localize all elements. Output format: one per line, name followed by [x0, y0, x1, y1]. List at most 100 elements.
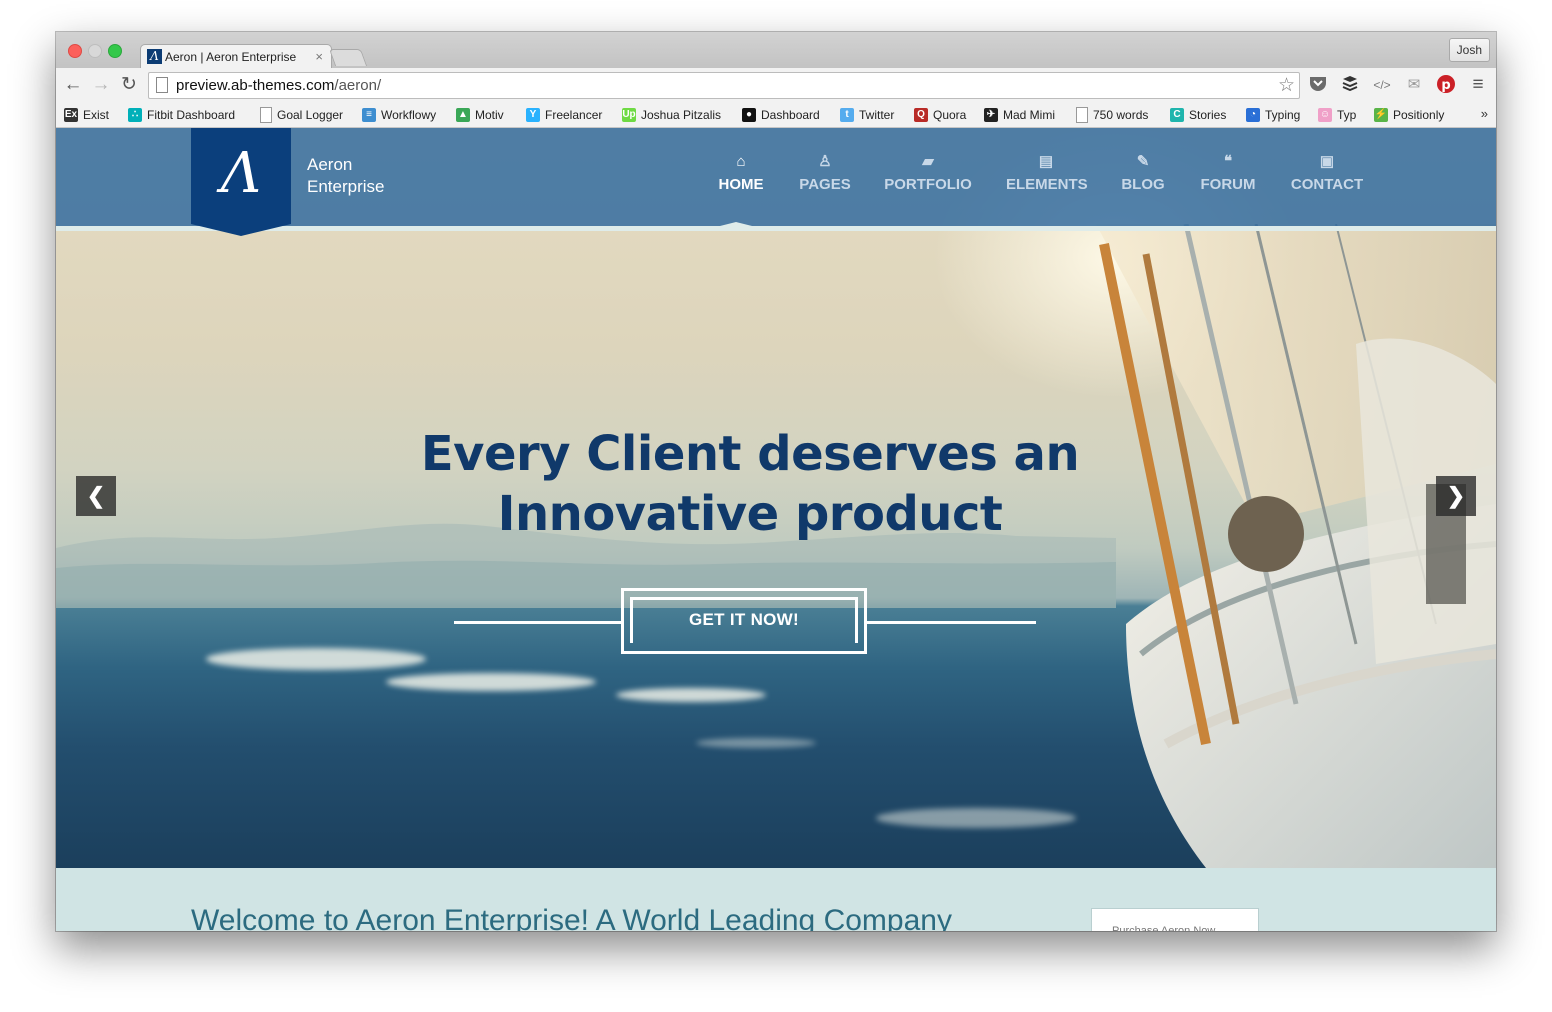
pinterest-extension-icon[interactable]: p [1436, 75, 1456, 95]
tab-close-icon[interactable]: × [315, 49, 323, 64]
bookmark-label: Dashboard [761, 108, 820, 122]
bookmark-motiv[interactable]: ▲ Motiv [456, 106, 504, 124]
website-viewport: Λ Aeron Enterprise ⌂ HOME ♙ PAGES ▰ PORT… [56, 128, 1496, 931]
nav-item-home[interactable]: ⌂ HOME [716, 152, 766, 193]
pocket-extension-icon[interactable] [1308, 75, 1328, 95]
bookmark-label: Stories [1189, 108, 1227, 122]
purchase-box[interactable]: Purchase Aeron Now [1091, 908, 1259, 931]
bookmark-typ[interactable]: ☺ Typ [1318, 106, 1356, 124]
buffer-extension-icon[interactable] [1340, 75, 1360, 95]
sailboat-illustration [1096, 224, 1496, 868]
nav-item-contact[interactable]: ▣ CONTACT [1290, 152, 1364, 193]
purchase-box-label: Purchase Aeron Now [1112, 925, 1216, 931]
bookmark-label: Positionly [1393, 108, 1445, 122]
mail-extension-icon[interactable]: ✉ [1404, 75, 1424, 95]
bookmark-exist[interactable]: Ex Exist [64, 106, 109, 124]
nav-label: FORUM [1200, 176, 1256, 193]
back-arrow-icon[interactable]: ← [62, 74, 84, 96]
stories-icon: C [1170, 108, 1184, 122]
nav-item-elements[interactable]: ▤ ELEMENTS [1006, 152, 1088, 193]
cta-divider-left [454, 621, 622, 624]
url-path: /aeron/ [334, 77, 382, 94]
bookmark-mad-mimi[interactable]: ✈ Mad Mimi [984, 106, 1055, 124]
browser-tab-active[interactable]: Λ Aeron | Aeron Enterprise × [140, 44, 332, 69]
bookmark-freelancer[interactable]: Y Freelancer [526, 106, 602, 124]
nav-label: ELEMENTS [1006, 176, 1088, 193]
750-words-icon [1076, 107, 1088, 123]
bookmarks-bar: » Ex Exist ∴ Fitbit Dashboard Goal Logger ≡ Wo… [56, 103, 1496, 128]
active-nav-pointer [712, 222, 760, 228]
positionly-icon: ⚡ [1374, 108, 1388, 122]
bookmark-typing[interactable]: ◔ Typing [1246, 106, 1300, 124]
bookmark-positionly[interactable]: ⚡ Positionly [1374, 106, 1444, 124]
site-logo[interactable]: Λ [191, 128, 291, 236]
nav-item-pages[interactable]: ♙ PAGES [798, 152, 852, 193]
fitbit-dashboard-icon: ∴ [128, 108, 142, 122]
bookmark-joshua-pitzalis[interactable]: Up Joshua Pitzalis [622, 106, 721, 124]
tab-strip: Λ Aeron | Aeron Enterprise × Josh [56, 32, 1496, 69]
bookmark-stories[interactable]: C Stories [1170, 106, 1226, 124]
nav-label: BLOG [1121, 176, 1165, 193]
nav-label: PAGES [799, 176, 851, 193]
workflowy-icon: ≡ [362, 108, 376, 122]
bookmark-goal-logger[interactable]: Goal Logger [260, 106, 343, 124]
close-window-button[interactable] [68, 44, 82, 58]
wave-crest [386, 673, 596, 691]
nav-item-forum[interactable]: ❝ FORUM [1198, 152, 1258, 193]
minimize-window-button[interactable] [88, 44, 102, 58]
pencil-icon: ✎ [1136, 153, 1150, 170]
sitemap-icon: ♙ [818, 153, 832, 170]
exist-icon: Ex [64, 108, 78, 122]
bookmark-quora[interactable]: Q Quora [914, 106, 966, 124]
nav-label: HOME [718, 176, 764, 193]
quora-icon: Q [914, 108, 928, 122]
bookmark-label: Fitbit Dashboard [147, 108, 236, 122]
url-host: preview.ab-themes.com [176, 77, 335, 94]
bookmark-twitter[interactable]: t Twitter [840, 106, 894, 124]
address-card-icon: ▣ [1319, 153, 1335, 170]
forward-arrow-icon[interactable]: → [90, 74, 112, 96]
code-extension-icon[interactable]: </> [1372, 75, 1392, 95]
bookmark-star-icon[interactable]: ☆ [1278, 74, 1295, 97]
bookmark-workflowy[interactable]: ≡ Workflowy [362, 106, 436, 124]
bookmark-label: Goal Logger [277, 108, 344, 122]
motiv-icon: ▲ [456, 108, 470, 122]
new-tab-button[interactable] [328, 49, 368, 66]
bookmark-dashboard[interactable]: ● Dashboard [742, 106, 820, 124]
dashboard-icon: ● [742, 108, 756, 122]
wave-crest [206, 648, 426, 670]
address-bar[interactable]: preview.ab-themes.com/aeron/ ☆ [148, 72, 1300, 99]
welcome-section: Welcome to Aeron Enterprise! A World Lea… [56, 868, 1496, 931]
typ-icon: ☺ [1318, 108, 1332, 122]
twitter-icon: t [840, 108, 854, 122]
bookmark-label: Mad Mimi [1003, 108, 1056, 122]
get-it-now-button[interactable]: GET IT NOW! [621, 588, 867, 654]
browser-menu-icon[interactable]: ≡ [1468, 75, 1488, 95]
nav-item-portfolio[interactable]: ▰ PORTFOLIO [884, 152, 972, 193]
hero-headline-line-1: Every Client deserves an [420, 426, 1080, 482]
bookmark-fitbit-dashboard[interactable]: ∴ Fitbit Dashboard [128, 106, 235, 124]
logo-glyph-icon: Λ [220, 141, 262, 206]
wave-crest [696, 738, 816, 748]
nav-item-blog[interactable]: ✎ BLOG [1118, 152, 1168, 193]
browser-toolbar: ← → ↻ preview.ab-themes.com/aeron/ ☆ </>… [56, 68, 1496, 103]
reload-icon[interactable]: ↻ [118, 74, 140, 96]
slider-prev-arrow-icon[interactable]: ❮ [76, 476, 116, 516]
bookmark-750-words[interactable]: 750 words [1076, 106, 1148, 124]
brand-name[interactable]: Aeron Enterprise [307, 154, 384, 198]
bookmark-label: Joshua Pitzalis [641, 108, 722, 122]
bookmark-label: Motiv [475, 108, 504, 122]
page-icon [156, 77, 168, 93]
cta-label: GET IT NOW! [688, 610, 799, 629]
zoom-window-button[interactable] [108, 44, 122, 58]
bookmark-label: Exist [83, 108, 110, 122]
wave-crest [876, 808, 1076, 828]
bookmarks-overflow-icon[interactable]: » [1481, 106, 1488, 121]
browser-window: Λ Aeron | Aeron Enterprise × Josh ← → ↻ … [56, 32, 1496, 931]
welcome-heading: Welcome to Aeron Enterprise! A World Lea… [191, 904, 952, 931]
joshua-pitzalis-icon: Up [622, 108, 636, 122]
profile-button[interactable]: Josh [1448, 38, 1490, 62]
slider-next-arrow-icon[interactable]: ❯ [1436, 476, 1476, 516]
site-favicon-icon: Λ [147, 49, 162, 64]
chat-bubble-icon: ❝ [1223, 153, 1233, 170]
